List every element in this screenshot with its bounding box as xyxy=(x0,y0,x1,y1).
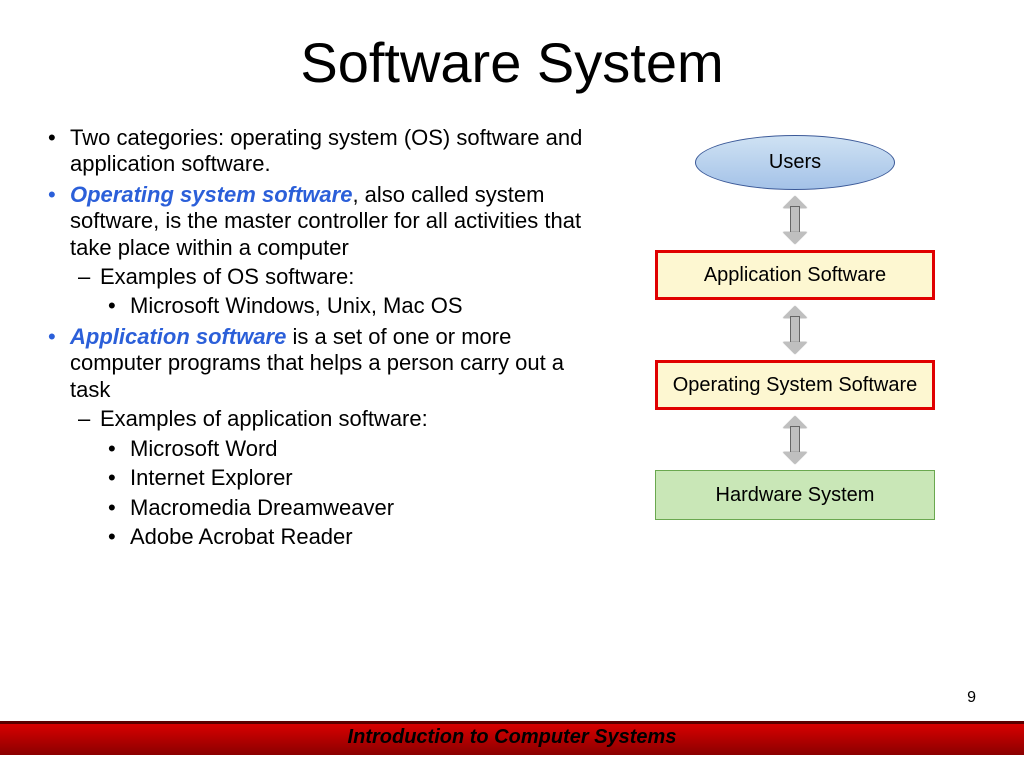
diagram-app-software: Application Software xyxy=(655,250,935,300)
layer-diagram: Users Application Software Operating Sys… xyxy=(606,125,984,555)
arrow-icon xyxy=(783,410,807,470)
term-os: Operating system software xyxy=(70,182,352,207)
app-examples-text: Examples of application software: xyxy=(100,406,428,431)
footer-text: Introduction to Computer Systems xyxy=(348,726,677,749)
footer-bar: Introduction to Computer Systems xyxy=(0,721,1024,755)
arrow-icon xyxy=(783,190,807,250)
bullet-list: Two categories: operating system (OS) so… xyxy=(40,125,586,555)
app-example-item: Adobe Acrobat Reader xyxy=(100,523,586,551)
app-example-item: Microsoft Word xyxy=(100,435,586,463)
diagram-hardware: Hardware System xyxy=(655,470,935,520)
bullet-os: Operating system software, also called s… xyxy=(40,182,586,320)
bullet-app: Application software is a set of one or … xyxy=(40,324,586,551)
bullet-os-examples-label: Examples of OS software: Microsoft Windo… xyxy=(70,263,586,320)
term-app: Application software xyxy=(70,324,286,349)
app-example-item: Macromedia Dreamweaver xyxy=(100,494,586,522)
app-example-item: Internet Explorer xyxy=(100,464,586,492)
os-examples-text: Examples of OS software: xyxy=(100,264,354,289)
content-wrap: Two categories: operating system (OS) so… xyxy=(40,125,984,555)
os-example-item: Microsoft Windows, Unix, Mac OS xyxy=(100,292,586,320)
arrow-icon xyxy=(783,300,807,360)
diagram-os-software: Operating System Software xyxy=(655,360,935,410)
page-number: 9 xyxy=(967,689,976,707)
bullet-categories: Two categories: operating system (OS) so… xyxy=(40,125,586,178)
bullet-app-examples-label: Examples of application software: Micros… xyxy=(70,405,586,551)
slide: Software System Two categories: operatin… xyxy=(0,0,1024,767)
slide-title: Software System xyxy=(40,30,984,95)
diagram-users: Users xyxy=(695,135,895,190)
